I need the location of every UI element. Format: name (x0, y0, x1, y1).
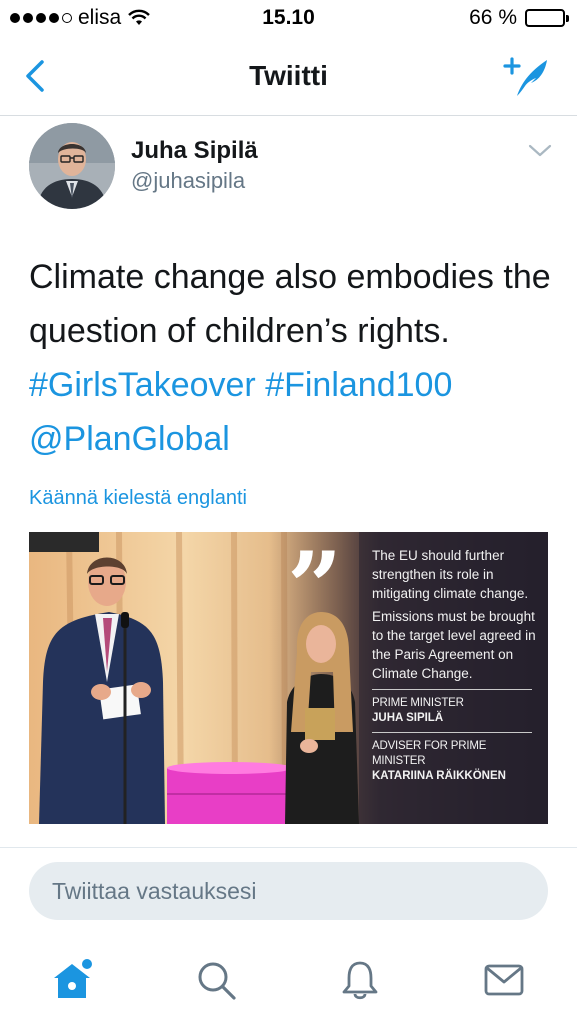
tweet-text: Climate change also embodies the questio… (29, 250, 559, 466)
divider (0, 847, 577, 848)
reply-input[interactable]: Twiittaa vastauksesi (29, 862, 548, 920)
chevron-left-icon[interactable] (22, 58, 52, 94)
compose-tweet-icon[interactable] (503, 56, 551, 98)
reply-placeholder: Twiittaa vastauksesi (52, 878, 257, 904)
avatar[interactable] (29, 123, 115, 209)
hashtag-link[interactable]: #GirlsTakeover (29, 366, 256, 404)
battery-icon (525, 9, 569, 27)
quote-mark: ” (287, 532, 343, 644)
author-handle[interactable]: @juhasipila (131, 168, 245, 194)
search-icon[interactable] (194, 958, 238, 1002)
mention-link[interactable]: @PlanGlobal (29, 420, 230, 458)
quote-paragraph: The EU should further strengthen its rol… (372, 548, 529, 601)
bell-icon[interactable] (338, 958, 382, 1002)
speaker-name: JUHA SIPILÄ (372, 712, 444, 724)
home-icon[interactable] (50, 958, 94, 1002)
tweet-image[interactable]: ” The EU should further strengthen its r… (29, 532, 548, 824)
page-title: Twiitti (249, 60, 328, 91)
mail-icon[interactable] (482, 958, 526, 1002)
quote-divider (372, 732, 532, 733)
translate-link[interactable]: Käännä kielestä englanti (29, 487, 247, 510)
avatar-image (29, 123, 115, 209)
nav-bar: Twiitti (0, 38, 577, 116)
battery-percent: 66 % (469, 6, 517, 29)
status-bar: elisa 15.10 66 % (0, 0, 577, 38)
chevron-down-icon[interactable] (527, 142, 553, 160)
speaker-role: ADVISER FOR PRIME MINISTER (372, 740, 487, 767)
hashtag-link[interactable]: #Finland100 (265, 366, 452, 404)
quote-divider (372, 689, 532, 690)
author-name[interactable]: Juha Sipilä (131, 137, 258, 165)
speaker-name: KATARIINA RÄIKKÖNEN (372, 770, 506, 782)
tab-bar (0, 940, 577, 1024)
quote-paragraph: Emissions must be brought to the target … (372, 609, 536, 681)
tweet-body: Climate change also embodies the questio… (29, 258, 551, 350)
status-right: 66 % (469, 6, 569, 30)
quote-panel: The EU should further strengthen its rol… (372, 546, 542, 784)
speaker-role: PRIME MINISTER (372, 697, 464, 709)
